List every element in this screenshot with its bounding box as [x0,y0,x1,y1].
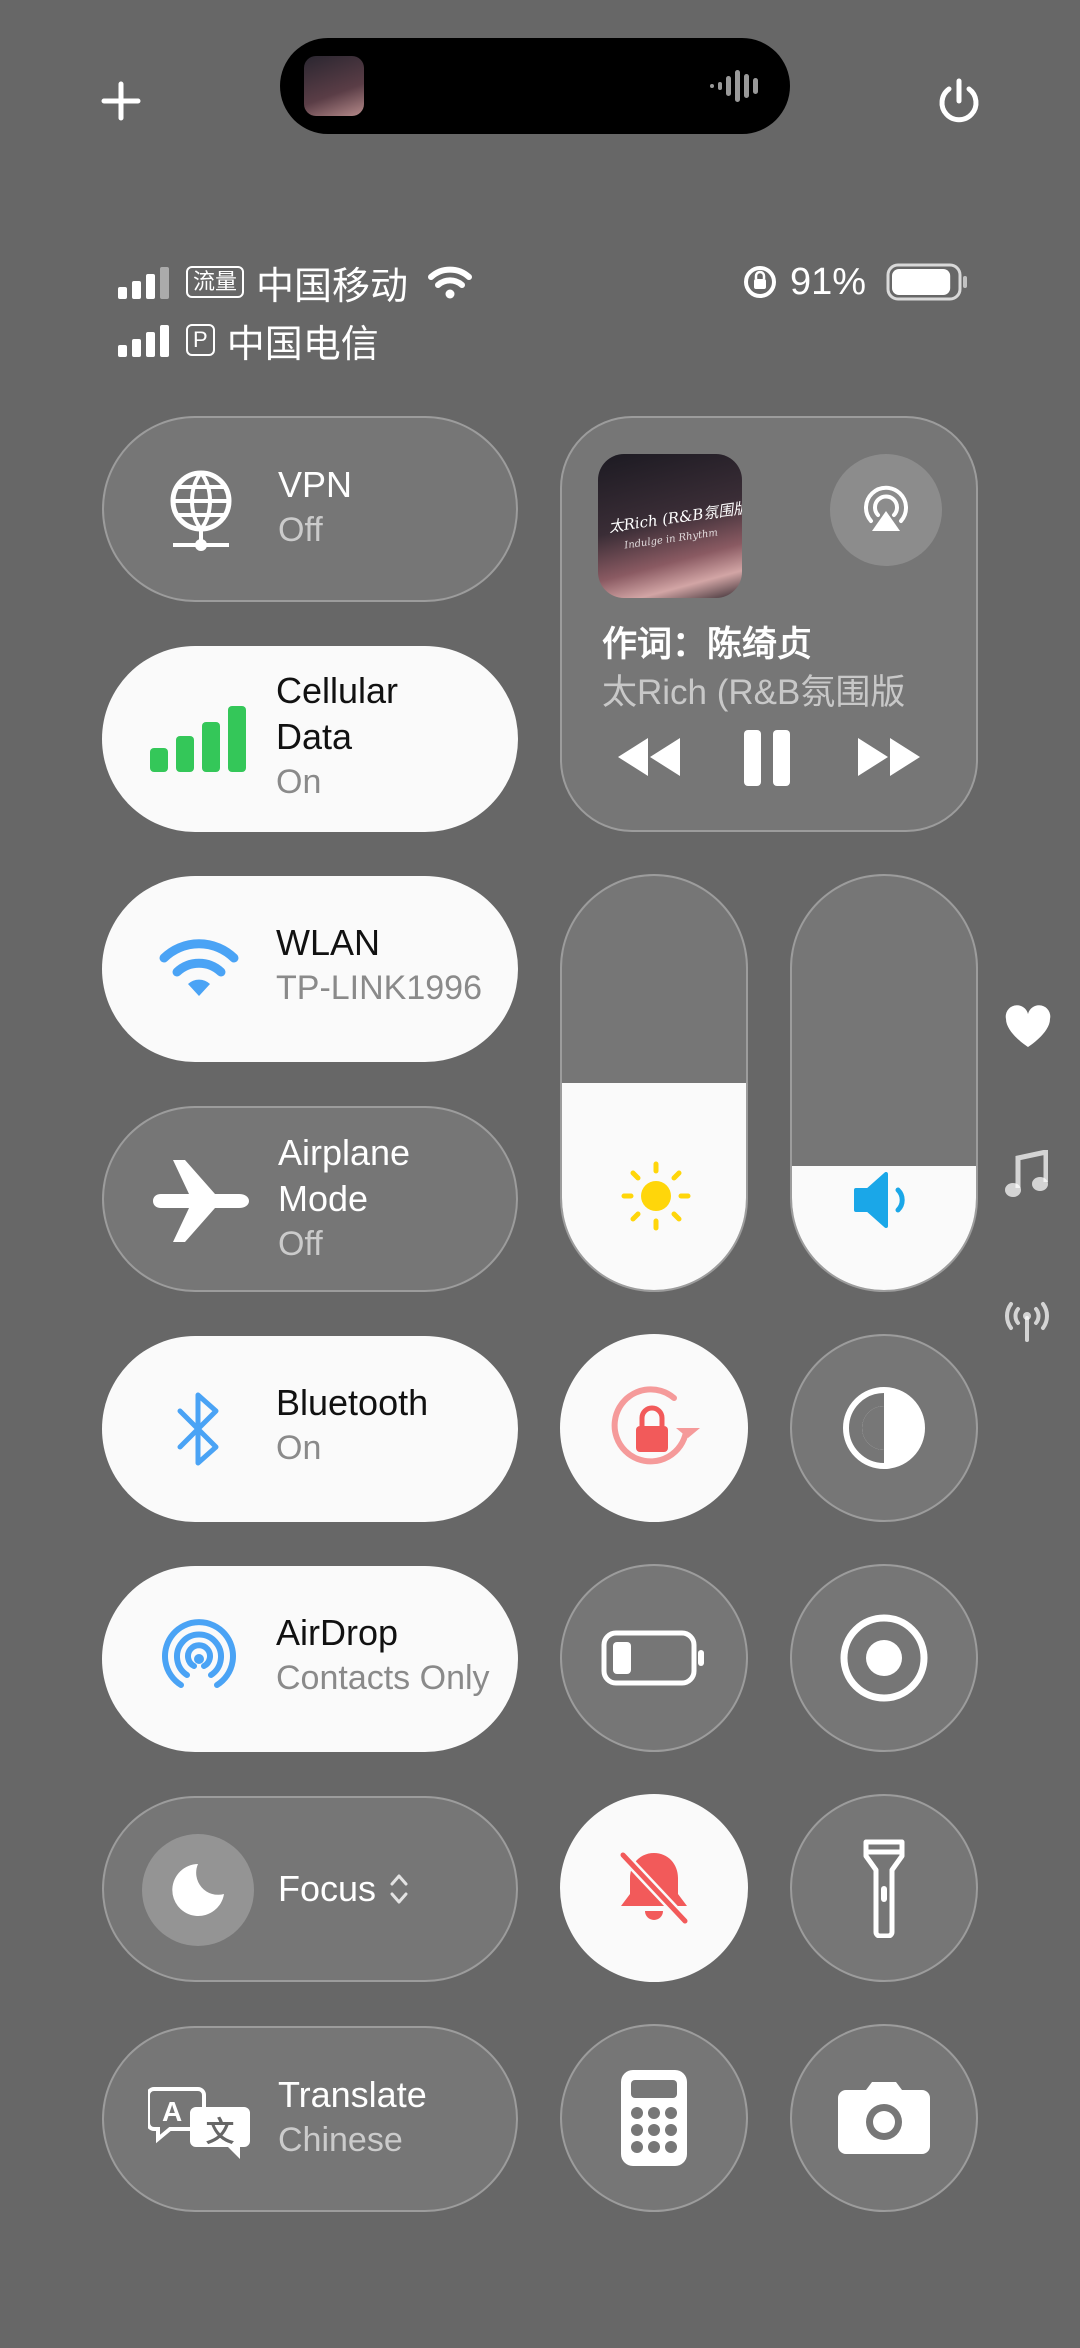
power-button[interactable] [934,76,984,126]
p-badge: P [186,324,215,356]
dynamic-island[interactable] [280,38,790,134]
signal-bars-icon [118,267,169,299]
airplane-icon [153,1160,249,1242]
status-row-2: P 中国电信 [118,316,379,366]
media-line-1: 作词：陈绮贞 [602,625,813,664]
orientation-lock-button[interactable] [560,1334,748,1522]
dark-mode-icon [843,1387,925,1469]
vpn-title: VPN [278,464,353,505]
power-icon [939,78,979,123]
flashlight-button[interactable] [790,1794,978,1982]
airdrop-toggle[interactable]: AirDrop Contacts Only [102,1566,518,1752]
sun-icon [621,1161,691,1231]
airplay-button[interactable] [830,454,942,566]
chevron-updown-icon [390,1874,408,1904]
bluetooth-toggle[interactable]: Bluetooth On [102,1336,518,1522]
bell-slash-icon [618,1850,690,1926]
data-badge: 流量 [186,266,245,298]
battery-icon [886,263,968,301]
carrier-2: 中国电信 [226,323,379,366]
airdrop-status: Contacts Only [276,1659,490,1697]
cellular-data-toggle[interactable]: Cellular Data On [102,646,518,832]
bluetooth-icon [177,1392,219,1466]
cellular-title-line2: Data [276,716,353,757]
connectivity-antenna-icon[interactable] [1002,1298,1052,1342]
status-row-1: 流量 中国移动 [118,258,474,308]
dark-mode-button[interactable] [790,1334,978,1522]
camera-icon [838,2082,930,2154]
svg-text:A: A [162,2096,182,2127]
pause-icon [744,730,790,786]
wlan-toggle[interactable]: WLAN TP-LINK1996 [102,876,518,1062]
wifi-icon [428,266,473,299]
battery-percent: 91% [790,260,867,303]
wifi-icon [159,939,239,996]
translate-button[interactable]: A 文 Translate Chinese [102,2026,518,2212]
calculator-button[interactable] [560,2024,748,2212]
airplane-title-line1: Airplane [278,1132,411,1173]
backward-icon [618,738,680,776]
waveform-icon [710,70,758,102]
cellular-status: On [276,763,322,801]
cellular-bars-icon [150,706,246,772]
translate-icon: A 文 [148,2087,250,2159]
plus-icon [101,81,141,121]
calculator-icon [621,2070,687,2166]
speaker-icon [854,1172,905,1228]
low-power-button[interactable] [560,1564,748,1752]
camera-button[interactable] [790,2024,978,2212]
orientation-lock-icon [611,1386,700,1465]
moon-icon [172,1864,224,1916]
record-icon [840,1614,928,1702]
vpn-globe-icon [170,470,232,551]
vpn-toggle[interactable]: VPN Off [102,416,518,602]
bluetooth-status: On [276,1429,322,1467]
wlan-title: WLAN [276,922,381,963]
airplane-mode-toggle[interactable]: Airplane Mode Off [102,1106,518,1292]
airdrop-title: AirDrop [276,1612,399,1653]
airplane-status: Off [278,1225,323,1263]
screen-record-button[interactable] [790,1564,978,1752]
add-button[interactable] [98,78,144,124]
translate-language: Chinese [278,2121,403,2159]
rotation-lock-icon [744,266,776,298]
music-note-icon[interactable] [1004,1150,1048,1200]
wlan-network: TP-LINK1996 [276,969,482,1007]
airplay-audio-icon [864,485,908,531]
translate-title: Translate [278,2074,427,2115]
silent-mode-button[interactable] [560,1794,748,1982]
forward-icon [858,738,920,776]
focus-moon-circle [142,1834,254,1946]
focus-button[interactable]: Focus [102,1796,518,1982]
media-player[interactable]: 太Rich (R&B氛围版) Indulge in Rhythm 作词：陈绮贞 … [560,416,978,832]
volume-slider[interactable] [790,874,978,1292]
favorites-heart-icon[interactable] [1004,1005,1052,1049]
carrier-1: 中国移动 [256,265,409,308]
album-artwork[interactable]: 太Rich (R&B氛围版) Indulge in Rhythm [598,454,742,598]
vpn-status: Off [278,511,323,549]
rewind-button[interactable] [616,736,682,778]
focus-title: Focus [278,1868,377,1909]
pause-button[interactable] [742,730,792,786]
cellular-title-line1: Cellular [276,670,399,711]
island-artwork [304,56,364,116]
status-right: 91% [742,258,968,306]
airplane-title-line2: Mode [278,1178,369,1219]
forward-button[interactable] [856,736,922,778]
flashlight-icon [863,1839,905,1938]
svg-text:文: 文 [206,2115,234,2148]
artwork-title: 太Rich (R&B氛围版) [607,497,742,537]
bluetooth-title: Bluetooth [276,1382,429,1423]
airdrop-icon [162,1619,236,1688]
low-battery-icon [601,1630,704,1686]
media-line-2: 太Rich (R&B氛围版 [602,673,906,712]
signal-bars-icon [118,325,169,357]
brightness-slider[interactable] [560,874,748,1292]
